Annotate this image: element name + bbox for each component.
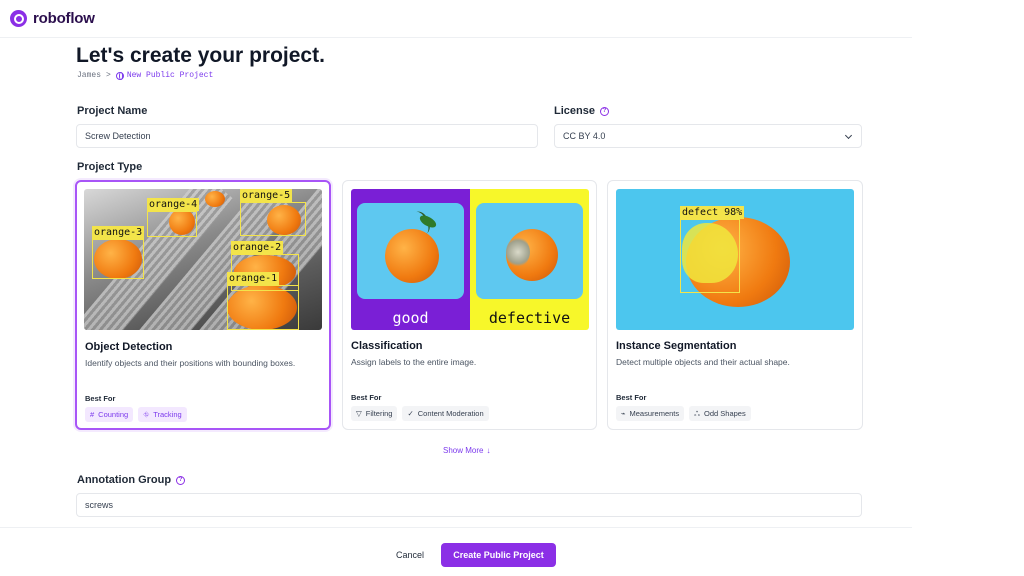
bbox-label: orange-3 — [92, 226, 145, 239]
chevron-down-icon — [844, 131, 853, 140]
tag-label: Odd Shapes — [704, 409, 746, 418]
project-type-label-text: Project Type — [77, 161, 143, 173]
brand-name: roboflow — [33, 10, 95, 27]
annotation-group-input[interactable]: screws — [76, 493, 862, 517]
hash-icon: # — [90, 410, 95, 419]
ruler-icon: ⌁ — [621, 409, 626, 418]
project-type-label: Project Type — [77, 161, 142, 173]
best-for-label: Best For — [616, 393, 647, 402]
annotation-group-label-text: Annotation Group — [77, 474, 172, 486]
tag-list: ⌁ Measurements ஃ Odd Shapes — [616, 406, 751, 421]
project-name-input[interactable]: Screw Detection — [76, 124, 538, 148]
bbox-label: orange-1 — [227, 272, 280, 285]
tracking-icon: ⛗ — [143, 409, 150, 419]
bounding-box: orange-3 — [92, 226, 145, 279]
license-label: License ? — [554, 105, 609, 117]
tag-list: ▽ Filtering ✓ Content Moderation — [351, 406, 489, 421]
best-for-label: Best For — [85, 394, 116, 403]
bounding-box: orange-5 — [240, 189, 306, 236]
top-bar: roboflow — [0, 0, 912, 38]
project-name-label-text: Project Name — [77, 105, 148, 117]
defective-label: defective — [488, 309, 571, 327]
bbox-label: orange-5 — [240, 189, 293, 202]
tag-counting: # Counting — [85, 407, 134, 422]
question-circle-icon[interactable]: ? — [599, 106, 609, 116]
cancel-button[interactable]: Cancel — [386, 545, 434, 565]
arrow-down-icon: ↓ — [486, 446, 491, 455]
license-label-text: License — [554, 105, 595, 117]
create-public-project-button[interactable]: Create Public Project — [441, 543, 556, 567]
project-type-card-instance-segmentation[interactable]: defect 98% Instance Segmentation Detect … — [607, 180, 863, 430]
annotation-group-value: screws — [85, 500, 114, 510]
card-title: Classification — [351, 340, 423, 352]
tag-tracking: ⛗ Tracking — [138, 407, 187, 422]
card-title: Object Detection — [85, 341, 173, 353]
breadcrumb-current-label: New Public Project — [126, 71, 214, 80]
tag-odd-shapes: ஃ Odd Shapes — [689, 406, 751, 421]
defective-panel: defective — [470, 189, 589, 330]
best-for-label: Best For — [351, 393, 382, 402]
bbox-label: orange-4 — [147, 198, 200, 211]
roboflow-logo[interactable]: roboflow — [10, 10, 95, 27]
annotation-group-label: Annotation Group ? — [77, 474, 186, 486]
breadcrumb-separator: > — [106, 71, 111, 80]
card-description: Assign labels to the entire image. — [351, 357, 477, 367]
show-more-button[interactable]: Show More ↓ — [443, 446, 490, 455]
object-detection-image: orange-4 orange-5 orange-3 orange-2 oran… — [84, 189, 322, 330]
shapes-icon: ஃ — [694, 408, 701, 418]
check-icon: ✓ — [407, 409, 414, 418]
tag-label: Counting — [98, 410, 129, 419]
breadcrumb-parent[interactable]: James — [77, 71, 101, 80]
tag-measurements: ⌁ Measurements — [616, 406, 685, 421]
bbox-label: orange-2 — [231, 241, 284, 254]
tag-filtering: ▽ Filtering — [351, 406, 398, 421]
card-description: Detect multiple objects and their actual… — [616, 357, 790, 367]
question-circle-icon[interactable]: ? — [176, 475, 186, 485]
breadcrumb: James > New Public Project — [77, 71, 213, 80]
bounding-box: orange-4 — [147, 198, 200, 237]
good-label: good — [392, 309, 429, 327]
roboflow-logo-icon — [10, 10, 27, 27]
right-margin — [912, 0, 1024, 576]
tag-content-moderation: ✓ Content Moderation — [402, 406, 489, 421]
project-name-value: Screw Detection — [85, 131, 151, 141]
license-value: CC BY 4.0 — [563, 131, 606, 141]
project-name-label: Project Name — [77, 105, 147, 117]
tag-label: Filtering — [365, 409, 393, 418]
show-more-label: Show More — [443, 446, 484, 455]
globe-icon — [115, 71, 124, 80]
project-type-card-classification[interactable]: good defective Classification Assign lab… — [342, 180, 597, 430]
project-type-card-object-detection[interactable]: orange-4 orange-5 orange-3 orange-2 oran… — [75, 180, 331, 430]
card-description: Identify objects and their positions wit… — [85, 358, 296, 368]
tag-label: Content Moderation — [417, 409, 484, 418]
bounding-box: orange-1 — [227, 272, 299, 330]
tag-label: Measurements — [629, 409, 680, 418]
good-panel: good — [351, 189, 470, 330]
card-title: Instance Segmentation — [616, 340, 737, 352]
license-select[interactable]: CC BY 4.0 — [554, 124, 862, 148]
tag-list: # Counting ⛗ Tracking — [85, 407, 187, 422]
tag-label: Tracking — [153, 410, 182, 419]
segmentation-box: defect 98% — [680, 206, 745, 293]
filter-icon: ▽ — [356, 409, 362, 418]
breadcrumb-current: New Public Project — [115, 71, 214, 80]
page-title: Let's create your project. — [76, 44, 325, 67]
bbox-label: defect 98% — [680, 206, 745, 219]
classification-image: good defective — [351, 189, 589, 330]
instance-segmentation-image: defect 98% — [616, 189, 854, 330]
